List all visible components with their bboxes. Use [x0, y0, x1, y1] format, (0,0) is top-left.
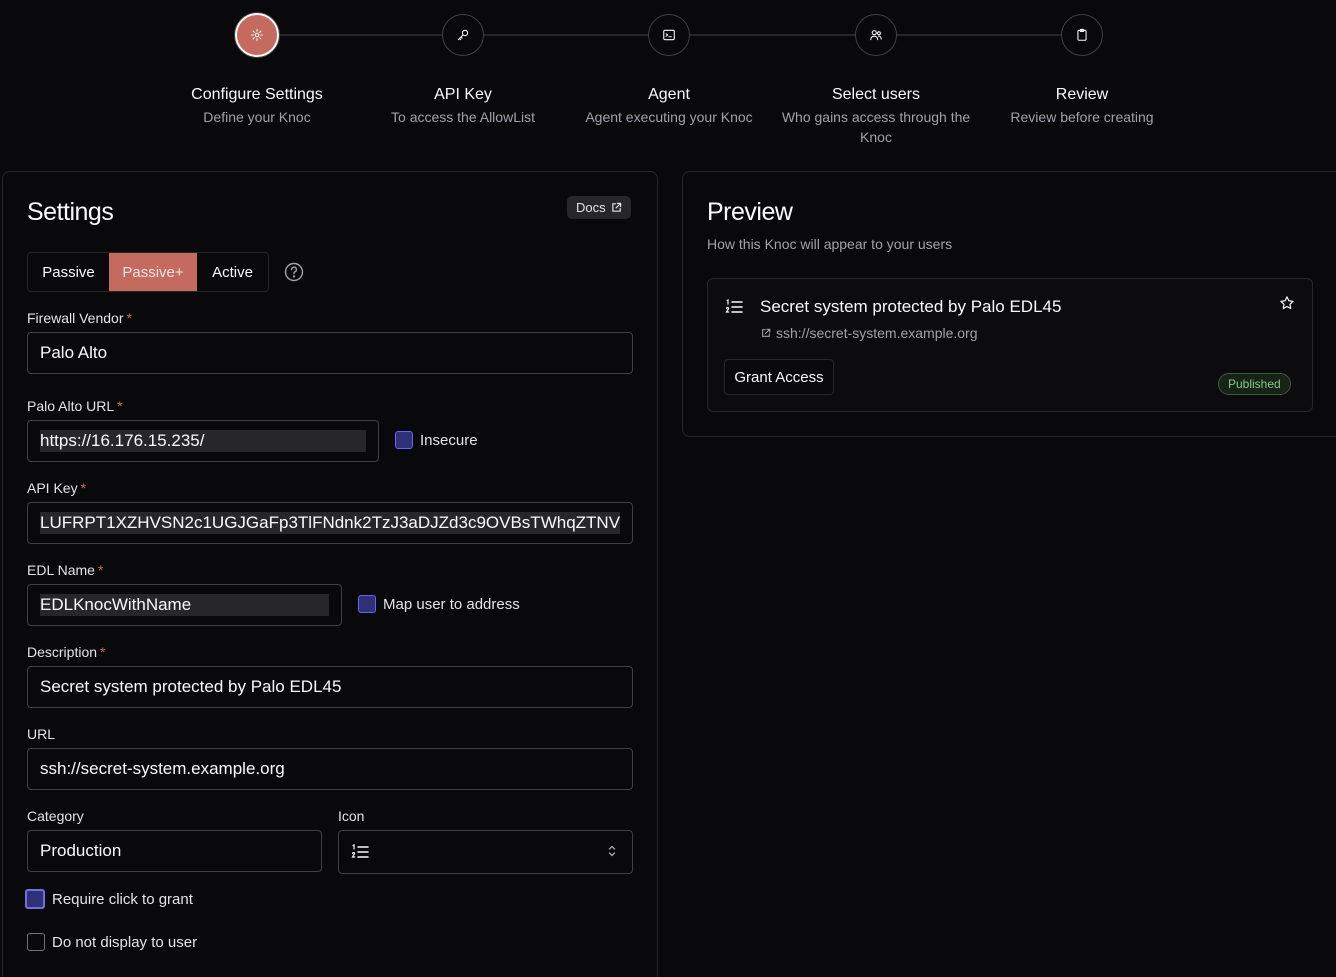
icon-select[interactable]: [338, 830, 633, 874]
step-title: Agent: [648, 86, 690, 103]
terminal-icon: [663, 29, 675, 41]
step-subtitle: Define your Knoc: [203, 109, 311, 125]
api-key-input[interactable]: LUFRPT1XZHVSN2c1UGJGaFp3TlFNdnk2TzJ3aDJZ…: [27, 502, 633, 544]
insecure-checkbox[interactable]: Insecure: [395, 431, 478, 449]
map-user-checkbox[interactable]: Map user to address: [358, 595, 520, 613]
edl-name-input[interactable]: EDLKnocWithName: [27, 584, 342, 626]
step-review[interactable]: [1061, 14, 1103, 56]
checkbox-box[interactable]: [25, 889, 45, 909]
map-user-label: Map user to address: [383, 595, 520, 613]
checkbox-box[interactable]: [395, 431, 413, 449]
help-icon[interactable]: [284, 262, 304, 282]
list-ordered-icon: [351, 844, 369, 858]
chevron-up-down-icon: [608, 845, 616, 857]
url-input[interactable]: ssh://secret-system.example.org: [27, 748, 633, 790]
insecure-label: Insecure: [420, 431, 478, 449]
step-title: Select users: [831, 86, 921, 103]
knoc-url-text: ssh://secret-system.example.org: [776, 325, 978, 341]
step-api-key[interactable]: [442, 14, 484, 56]
step-connector: [896, 34, 1062, 36]
list-ordered-icon: [725, 299, 743, 313]
step-select-users[interactable]: [855, 14, 897, 56]
knoc-preview-card: Secret system protected by Palo EDL45 ss…: [707, 278, 1313, 412]
firewall-vendor-value: Palo Alto: [40, 343, 108, 362]
require-click-label: Require click to grant: [52, 890, 193, 908]
settings-card: Settings Docs Passive Passive+ Active Fi…: [2, 171, 658, 977]
checkbox-box[interactable]: [358, 595, 376, 613]
gear-icon: [250, 28, 264, 42]
api-key-label: API Key *: [27, 480, 87, 496]
mode-passive[interactable]: Passive: [28, 253, 109, 291]
edl-name-label: EDL Name *: [27, 562, 104, 578]
category-input[interactable]: Production: [27, 830, 322, 872]
knoc-title: Secret system protected by Palo EDL45: [760, 297, 1062, 316]
icon-label: Icon: [338, 808, 365, 824]
step-subtitle: Review before creating: [1010, 109, 1154, 125]
preview-title: Preview: [707, 198, 793, 226]
palo-alto-url-input[interactable]: https://16.176.15.235/: [27, 420, 379, 462]
step-agent[interactable]: [648, 14, 690, 56]
status-badge: Published: [1218, 373, 1291, 395]
checkbox-box[interactable]: [27, 933, 45, 951]
description-label: Description *: [27, 644, 106, 660]
step-connector: [690, 34, 856, 36]
mode-active[interactable]: Active: [197, 253, 268, 291]
step-title: Configure Settings: [191, 86, 323, 103]
step-api-key-text: API Key To access the AllowList: [363, 84, 563, 127]
docs-label: Docs: [576, 200, 606, 215]
step-subtitle: Agent executing your Knoc: [585, 109, 753, 125]
star-icon[interactable]: [1279, 295, 1295, 311]
step-agent-text: Agent Agent executing your Knoc: [569, 84, 769, 127]
preview-card: Preview How this Knoc will appear to you…: [682, 171, 1336, 437]
url-value: ssh://secret-system.example.org: [40, 759, 285, 778]
category-label: Category: [27, 808, 84, 824]
step-title: API Key: [434, 86, 492, 103]
hide-from-user-checkbox[interactable]: Do not display to user: [27, 933, 197, 951]
palo-alto-url-value: https://16.176.15.235/: [40, 430, 366, 452]
url-label: URL: [27, 726, 56, 742]
external-link-icon: [611, 202, 621, 212]
step-title: Review: [1055, 86, 1109, 103]
key-icon: [457, 29, 469, 41]
step-subtitle: To access the AllowList: [391, 109, 535, 125]
stepper: Configure Settings Define your Knoc API …: [0, 0, 1336, 160]
edl-name-value: EDLKnocWithName: [40, 594, 329, 616]
step-select-users-text: Select users Who gains access through th…: [776, 84, 976, 147]
description-input[interactable]: Secret system protected by Palo EDL45: [27, 666, 633, 708]
firewall-vendor-field[interactable]: Palo Alto: [27, 332, 633, 374]
hide-from-user-label: Do not display to user: [52, 933, 198, 951]
preview-subtitle: How this Knoc will appear to your users: [707, 236, 953, 252]
step-subtitle: Who gains access through the Knoc: [781, 109, 971, 145]
grant-access-button[interactable]: Grant Access: [724, 359, 834, 395]
settings-title: Settings: [27, 198, 114, 226]
step-connector: [278, 34, 444, 36]
api-key-value: LUFRPT1XZHVSN2c1UGJGaFp3TlFNdnk2TzJ3aDJZ…: [40, 512, 620, 534]
knoc-url[interactable]: ssh://secret-system.example.org: [761, 325, 978, 341]
users-icon: [870, 30, 882, 41]
step-configure-settings[interactable]: [235, 13, 279, 57]
palo-alto-url-label: Palo Alto URL *: [27, 398, 123, 414]
clipboard-icon: [1077, 28, 1087, 41]
external-link-icon: [762, 328, 771, 337]
step-review-text: Review Review before creating: [982, 84, 1182, 127]
description-value: Secret system protected by Palo EDL45: [40, 677, 342, 696]
step-connector: [484, 34, 650, 36]
require-click-checkbox[interactable]: Require click to grant: [25, 889, 193, 909]
mode-passive-plus[interactable]: Passive+: [109, 253, 197, 291]
firewall-vendor-label: Firewall Vendor *: [27, 310, 132, 326]
mode-segmented-control: Passive Passive+ Active: [27, 252, 269, 292]
step-configure-settings-text: Configure Settings Define your Knoc: [157, 84, 357, 127]
category-value: Production: [40, 841, 122, 860]
docs-button[interactable]: Docs: [567, 196, 631, 219]
